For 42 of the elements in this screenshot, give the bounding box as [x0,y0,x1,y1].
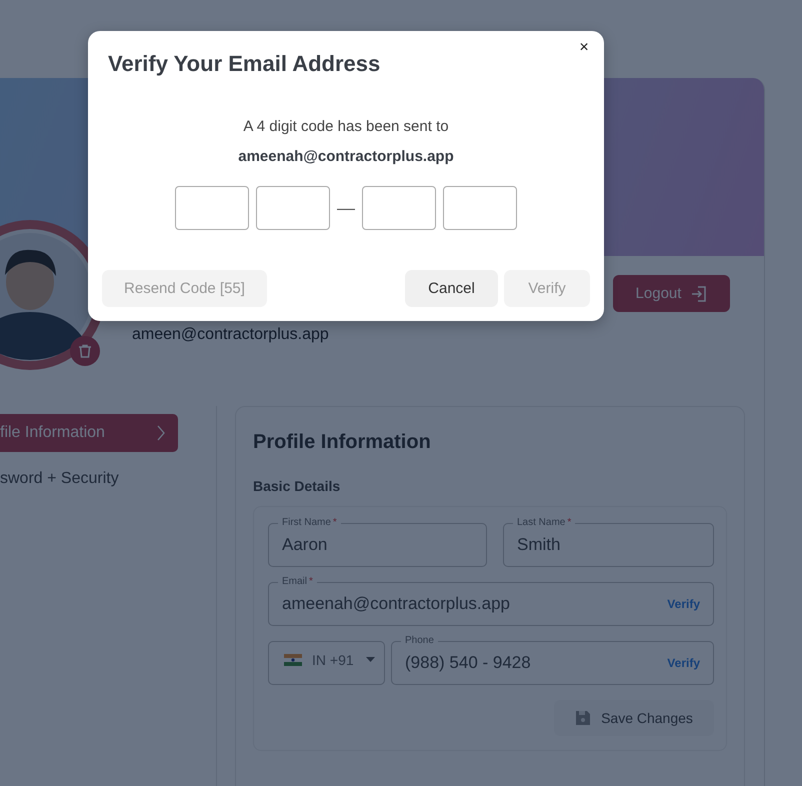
field-value: ameenah@contractorplus.app [282,594,510,614]
field-label: Email [282,576,308,588]
field-value: (988) 540 - 9428 [405,653,531,673]
trash-icon [77,343,93,359]
email-address: ameenah@contractorplus.app [238,148,454,165]
field-label: First Name [282,517,331,529]
logout-button[interactable]: Logout [613,275,730,312]
nav-item[interactable]: file Information [0,414,178,452]
text-field[interactable]: Last Name * Smith [503,516,714,567]
field-label: Phone [405,635,434,647]
field-label: Last Name [517,517,566,529]
cancel-button[interactable]: Cancel [405,270,498,307]
logout-icon [691,284,708,302]
flag-icon [284,654,302,666]
nav-item[interactable]: sword + Security [0,460,178,498]
message-text: A 4 digit code has been sent to [243,118,449,135]
verify-link[interactable]: Verify [667,656,700,670]
chevron-icon [156,424,166,442]
code-input[interactable] [362,186,436,230]
country-select[interactable]: IN +91 [268,634,385,685]
required-mark: * [309,576,313,588]
verify-link[interactable]: Verify [667,597,700,611]
field-value: Smith [517,535,560,555]
country-code: IN +91 [312,652,354,668]
code-separator: — [337,198,355,218]
email-field[interactable]: Email * ameenah@contractorplus.app Verify [268,575,714,626]
field-value: Aaron [282,535,328,555]
caret-icon [366,657,375,662]
dialog-title: Verify Your Email Address [108,51,380,77]
delete-photo-button[interactable] [70,336,100,366]
required-mark: * [332,517,337,529]
user-email: ameen@contractorplus.app [132,326,329,344]
code-input[interactable] [443,186,517,230]
required-mark: * [567,517,572,529]
close-button[interactable]: × [576,39,592,57]
code-input[interactable] [256,186,330,230]
section-label: Basic Details [253,478,342,494]
panel-title: Profile Information [253,431,432,454]
code-input[interactable] [175,186,249,230]
phone-field[interactable]: Phone (988) 540 - 9428 Verify [391,634,714,685]
text-field[interactable]: First Name * Aaron [268,516,487,567]
save-icon [575,710,592,726]
